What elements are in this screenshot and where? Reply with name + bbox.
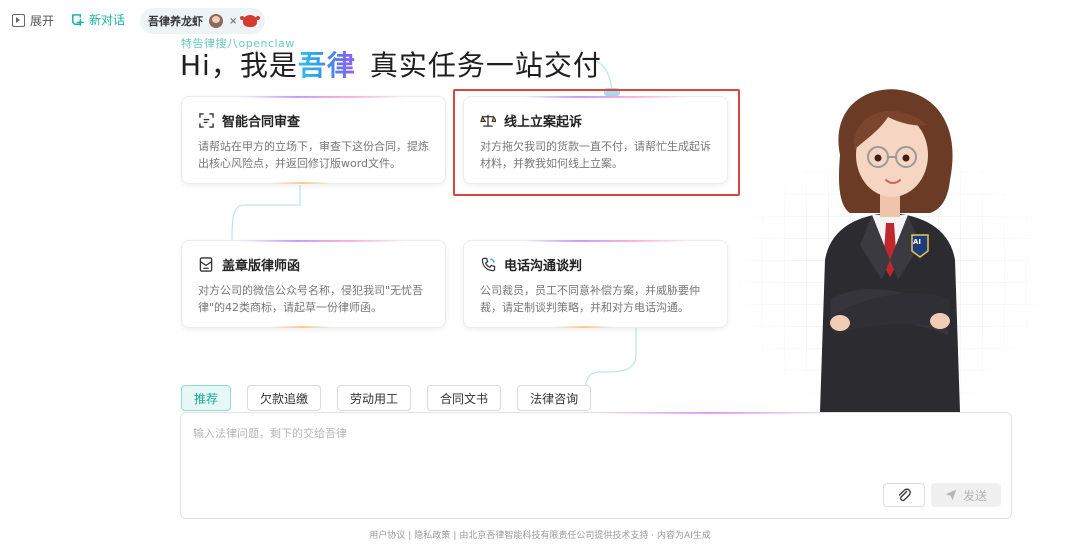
top-bar: 展开 新对话 吾律养龙虾 × — [0, 0, 1080, 42]
footer: 用户协议 | 隐私政策 | 由北京吾律智能科技有限责任公司提供技术支持 · 内容为AI生… — [369, 531, 711, 541]
card-description: 对方公司的微信公众号名称，侵犯我司"无忧吾律"的42类商标，请起草一份律师函。 — [198, 284, 424, 314]
send-button[interactable]: 发送 — [931, 483, 1001, 507]
expand-label: 展开 — [30, 14, 55, 28]
brand-name: 吾律 — [298, 44, 356, 84]
lawyer-avatar-illustration — [820, 89, 960, 412]
ai-badge-text: AI — [913, 238, 922, 246]
tab-title: 吾律养龙虾 — [148, 15, 203, 28]
scan-icon — [198, 113, 214, 129]
chip-labor[interactable]: 劳动用工 — [337, 385, 412, 411]
chip-contract-docs[interactable]: 合同文书 — [427, 385, 502, 411]
chip-recommend[interactable]: 推荐 — [181, 385, 232, 411]
send-label: 发送 — [962, 488, 987, 503]
attach-button[interactable] — [883, 483, 925, 507]
new-chat-icon — [72, 14, 84, 26]
card-title: 电话沟通谈判 — [504, 259, 583, 274]
task-card-lawyer-letter[interactable]: 盖章版律师函 对方公司的微信公众号名称，侵犯我司"无忧吾律"的42类商标，请起草… — [181, 240, 446, 328]
hero-tagline: 真实任务一站交付 — [369, 49, 602, 82]
category-chips: 推荐 欠款追缴 劳动用工 合同文书 法律咨询 — [181, 385, 592, 411]
hero-title: Hi，我是 吾律 真实任务一站交付 — [180, 44, 602, 84]
scales-icon — [480, 113, 496, 129]
sidebar-expand-icon — [12, 14, 25, 27]
chip-legal-consult[interactable]: 法律咨询 — [517, 385, 592, 411]
chat-input-box: 发送 — [180, 412, 1012, 519]
new-chat-label: 新对话 — [89, 13, 126, 27]
conversation-tab[interactable]: 吾律养龙虾 × — [140, 8, 266, 34]
letter-icon — [198, 257, 214, 273]
chat-input[interactable] — [193, 425, 993, 485]
paperclip-icon — [898, 488, 911, 502]
privacy-policy-link[interactable]: 隐私政策 — [414, 531, 450, 541]
chip-debt-recovery[interactable]: 欠款追缴 — [247, 385, 322, 411]
expand-sidebar-button[interactable]: 展开 — [12, 12, 54, 29]
user-agreement-link[interactable]: 用户协议 — [369, 531, 405, 541]
tab-close-icon[interactable]: × — [229, 16, 237, 27]
lobster-icon — [240, 15, 261, 27]
hero-greeting: Hi，我是 — [180, 49, 298, 82]
new-chat-button[interactable]: 新对话 — [70, 11, 125, 28]
avatar-icon — [209, 14, 223, 28]
card-description: 请帮站在甲方的立场下，审查下这份合同，提炼出核心风险点，并返回修订版word文件… — [198, 140, 429, 170]
card-description: 公司裁员，员工不同意补偿方案，并威胁要仲裁，请定制谈判策略，并和对方电话沟通。 — [480, 284, 700, 314]
send-icon — [945, 489, 957, 501]
task-card-online-filing[interactable]: 线上立案起诉 对方拖欠我司的货款一直不付，请帮忙生成起诉材料，并教我如何线上立案… — [463, 96, 728, 184]
task-card-phone-negotiation[interactable]: 电话沟通谈判 公司裁员，员工不同意补偿方案，并威胁要仲裁，请定制谈判策略，并和对… — [463, 240, 728, 328]
tech-support-text: 由北京吾律智能科技有限责任公司提供技术支持 · 内容为AI生成 — [459, 531, 711, 541]
card-description: 对方拖欠我司的货款一直不付，请帮忙生成起诉材料，并教我如何线上立案。 — [480, 140, 711, 170]
task-card-contract-review[interactable]: 智能合同审查 请帮站在甲方的立场下，审查下这份合同，提炼出核心风险点，并返回修订… — [181, 96, 446, 184]
card-title: 智能合同审查 — [222, 115, 301, 130]
phone-icon — [480, 257, 496, 273]
card-title: 线上立案起诉 — [504, 115, 583, 130]
card-title: 盖章版律师函 — [222, 259, 301, 274]
